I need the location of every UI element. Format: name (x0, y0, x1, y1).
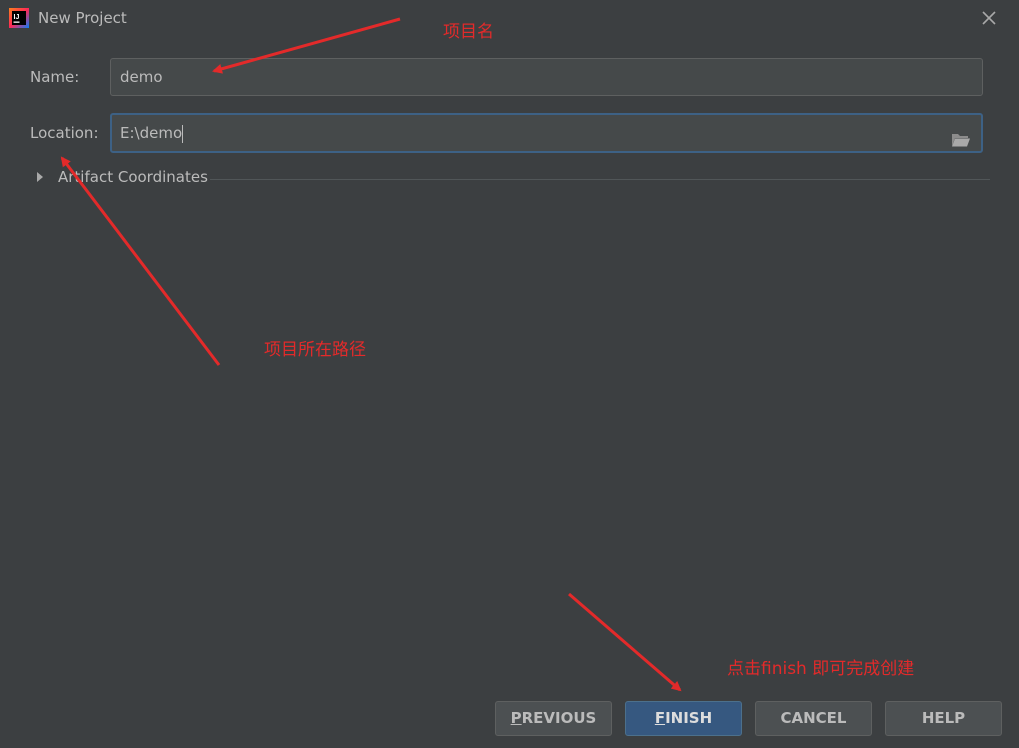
finish-label-rest: INISH (665, 709, 713, 727)
annotation-click-finish: 点击finish 即可完成创建 (727, 659, 915, 679)
name-label: Name: (30, 68, 80, 86)
location-label: Location: (30, 124, 99, 142)
annotation-project-name: 项目名 (443, 22, 494, 42)
arrow-to-finish (568, 592, 682, 692)
section-divider (210, 179, 990, 180)
name-input-value: demo (120, 68, 163, 86)
previous-mnemonic: P (510, 709, 522, 727)
intellij-idea-icon: IJ (9, 8, 29, 28)
cancel-button[interactable]: CANCEL (755, 701, 872, 736)
help-label: HELP (921, 709, 966, 727)
previous-label-rest: REVIOUS (521, 709, 597, 727)
annotation-project-path: 项目所在路径 (264, 340, 366, 360)
artifact-coordinates-label: Artifact Coordinates (58, 168, 208, 186)
svg-text:IJ: IJ (14, 14, 20, 21)
finish-button[interactable]: FINISH (625, 701, 742, 736)
location-input[interactable]: E:\demo (110, 113, 983, 153)
help-button[interactable]: HELP (885, 701, 1002, 736)
name-input[interactable]: demo (110, 58, 983, 96)
previous-button[interactable]: PREVIOUS (495, 701, 612, 736)
location-input-value: E:\demo (120, 124, 183, 142)
arrow-to-location (60, 156, 221, 366)
close-icon[interactable] (979, 8, 999, 28)
finish-mnemonic: F (654, 709, 666, 727)
new-project-dialog: IJ New Project Name: demo Location: E:\d… (0, 0, 1019, 748)
folder-open-icon[interactable] (951, 125, 971, 147)
window-title: New Project (38, 9, 127, 27)
text-cursor (182, 124, 184, 143)
title-bar: IJ New Project (0, 0, 1019, 36)
artifact-coordinates-toggle[interactable]: Artifact Coordinates (34, 168, 208, 186)
triangle-right-icon (37, 172, 43, 182)
cancel-label: CANCEL (780, 709, 847, 727)
